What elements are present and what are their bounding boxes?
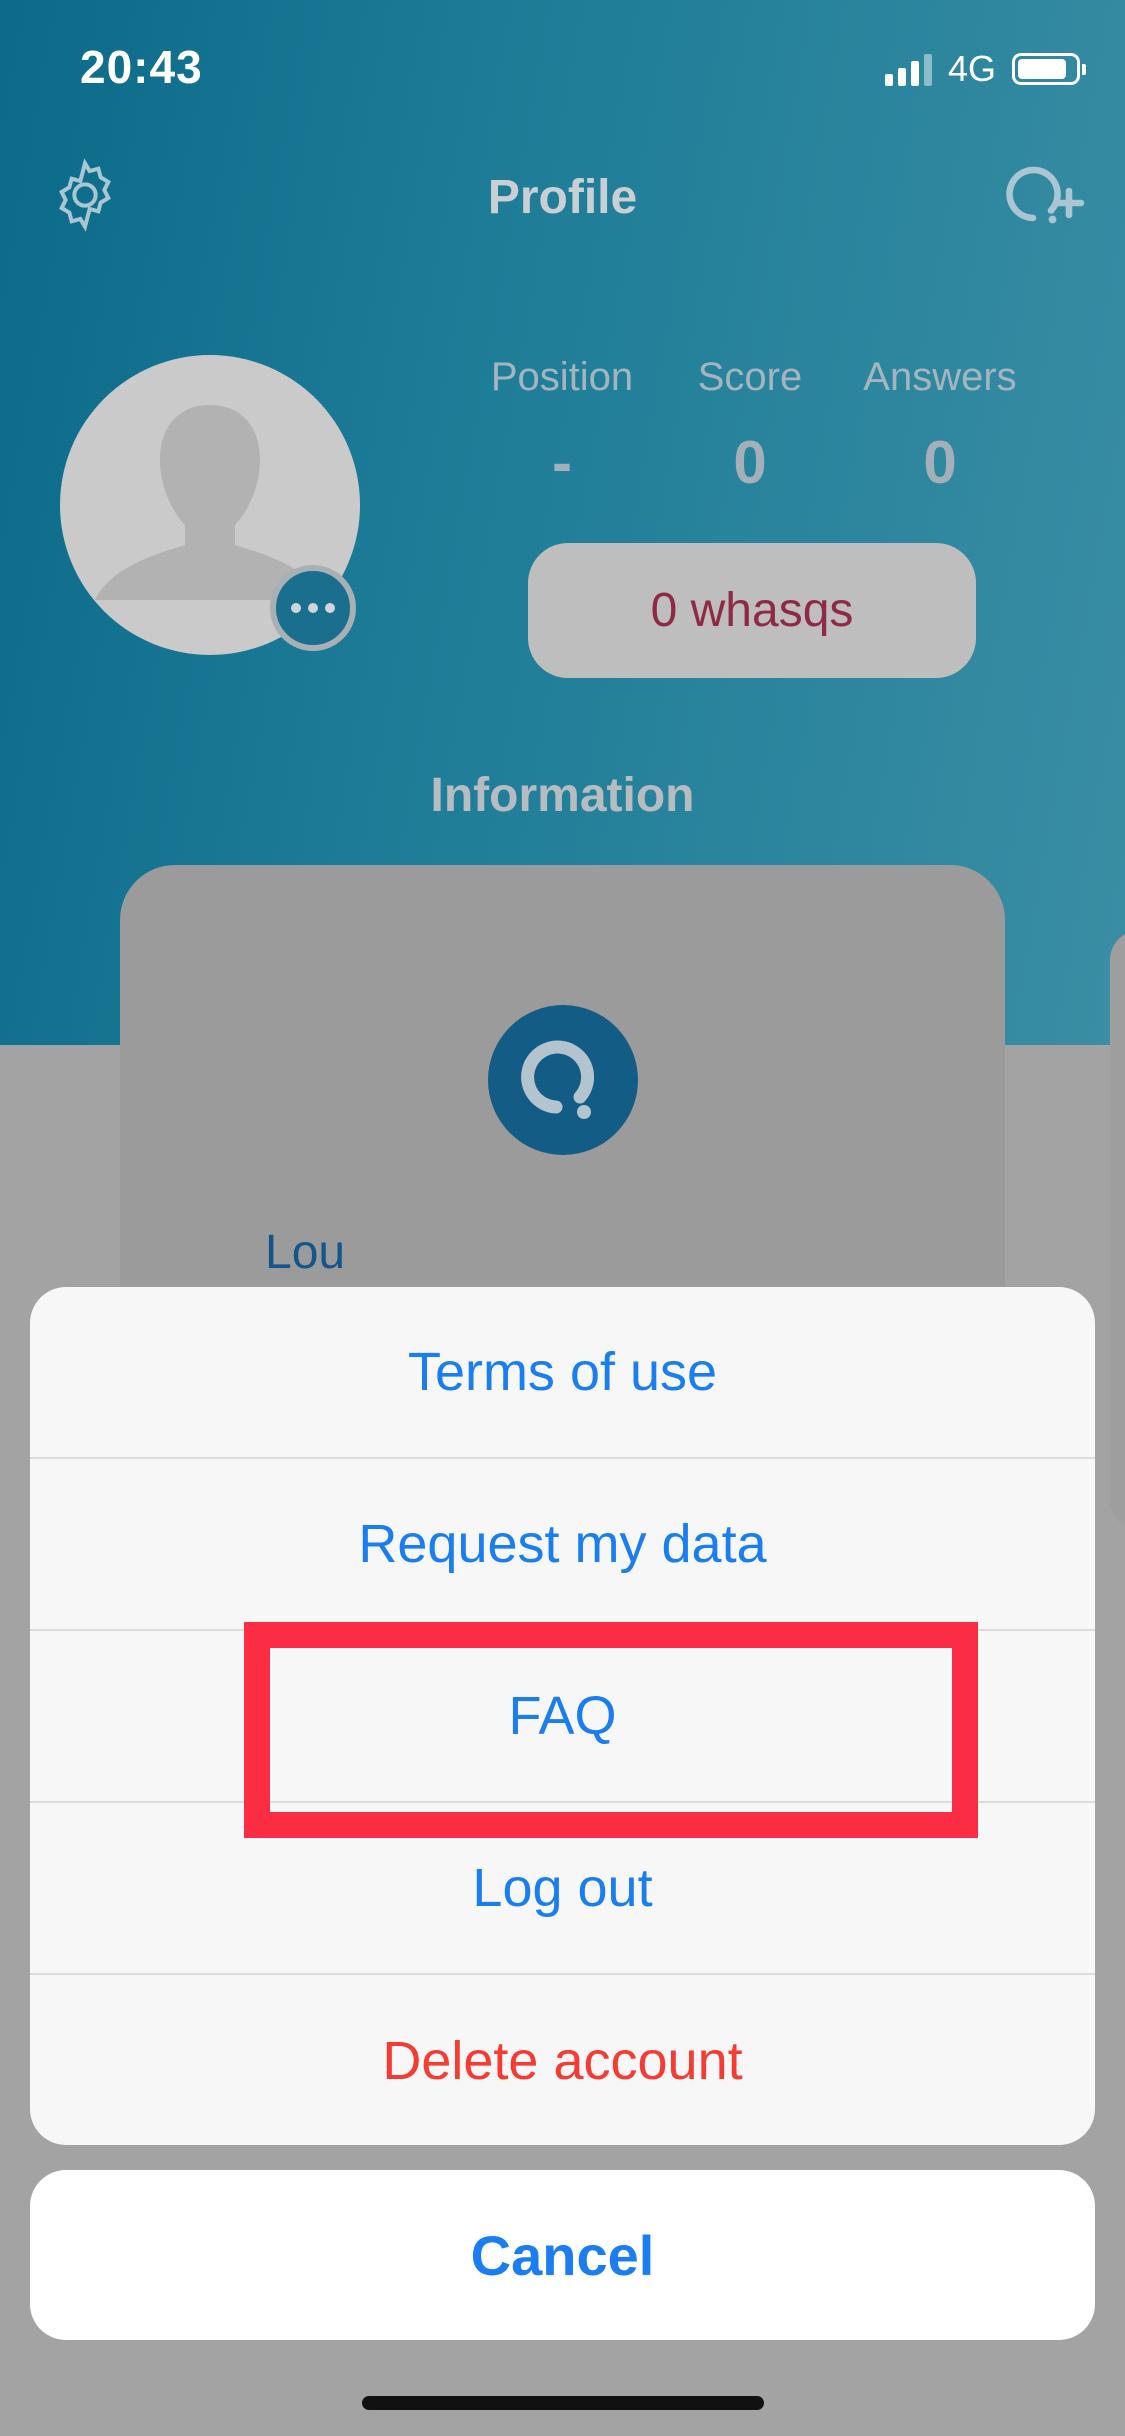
signal-icon bbox=[884, 52, 932, 86]
home-indicator[interactable] bbox=[362, 2396, 764, 2410]
stat-value: - bbox=[552, 429, 572, 496]
stat-value: 0 bbox=[733, 429, 767, 496]
stat-label: Answers bbox=[863, 355, 1017, 399]
stat-score: Score 0 bbox=[650, 355, 850, 497]
profile-screen: 20:43 4G Profile Position - Score 0 Answ… bbox=[0, 0, 1125, 2436]
whasq-logo-icon bbox=[521, 1040, 595, 1119]
whasqs-button[interactable]: 0 whasqs bbox=[528, 543, 976, 678]
stat-label: Position bbox=[490, 355, 634, 399]
next-card-peek bbox=[1110, 930, 1125, 1530]
add-question-button[interactable] bbox=[1000, 160, 1090, 240]
battery-icon bbox=[1012, 53, 1086, 85]
card-user-name: Lou bbox=[265, 1226, 346, 1279]
avatar-more-button[interactable] bbox=[270, 565, 356, 651]
cancel-button[interactable]: Cancel bbox=[30, 2170, 1095, 2340]
add-question-icon bbox=[1006, 166, 1085, 224]
terms-of-use-option[interactable]: Terms of use bbox=[30, 1287, 1095, 1459]
more-icon bbox=[291, 603, 301, 613]
delete-account-option[interactable]: Delete account bbox=[30, 1975, 1095, 2145]
network-type: 4G bbox=[947, 48, 996, 89]
faq-highlight-box bbox=[244, 1622, 978, 1838]
card-logo bbox=[488, 1005, 638, 1155]
page-title: Profile bbox=[487, 171, 638, 224]
request-data-option[interactable]: Request my data bbox=[30, 1459, 1095, 1631]
status-indicators: 4G bbox=[884, 48, 1086, 90]
stat-label: Score bbox=[697, 355, 803, 399]
section-title: Information bbox=[430, 769, 695, 822]
stat-answers: Answers 0 bbox=[840, 355, 1040, 497]
stat-position: Position - bbox=[462, 355, 662, 497]
status-time: 20:43 bbox=[80, 41, 203, 93]
stat-value: 0 bbox=[923, 429, 957, 496]
